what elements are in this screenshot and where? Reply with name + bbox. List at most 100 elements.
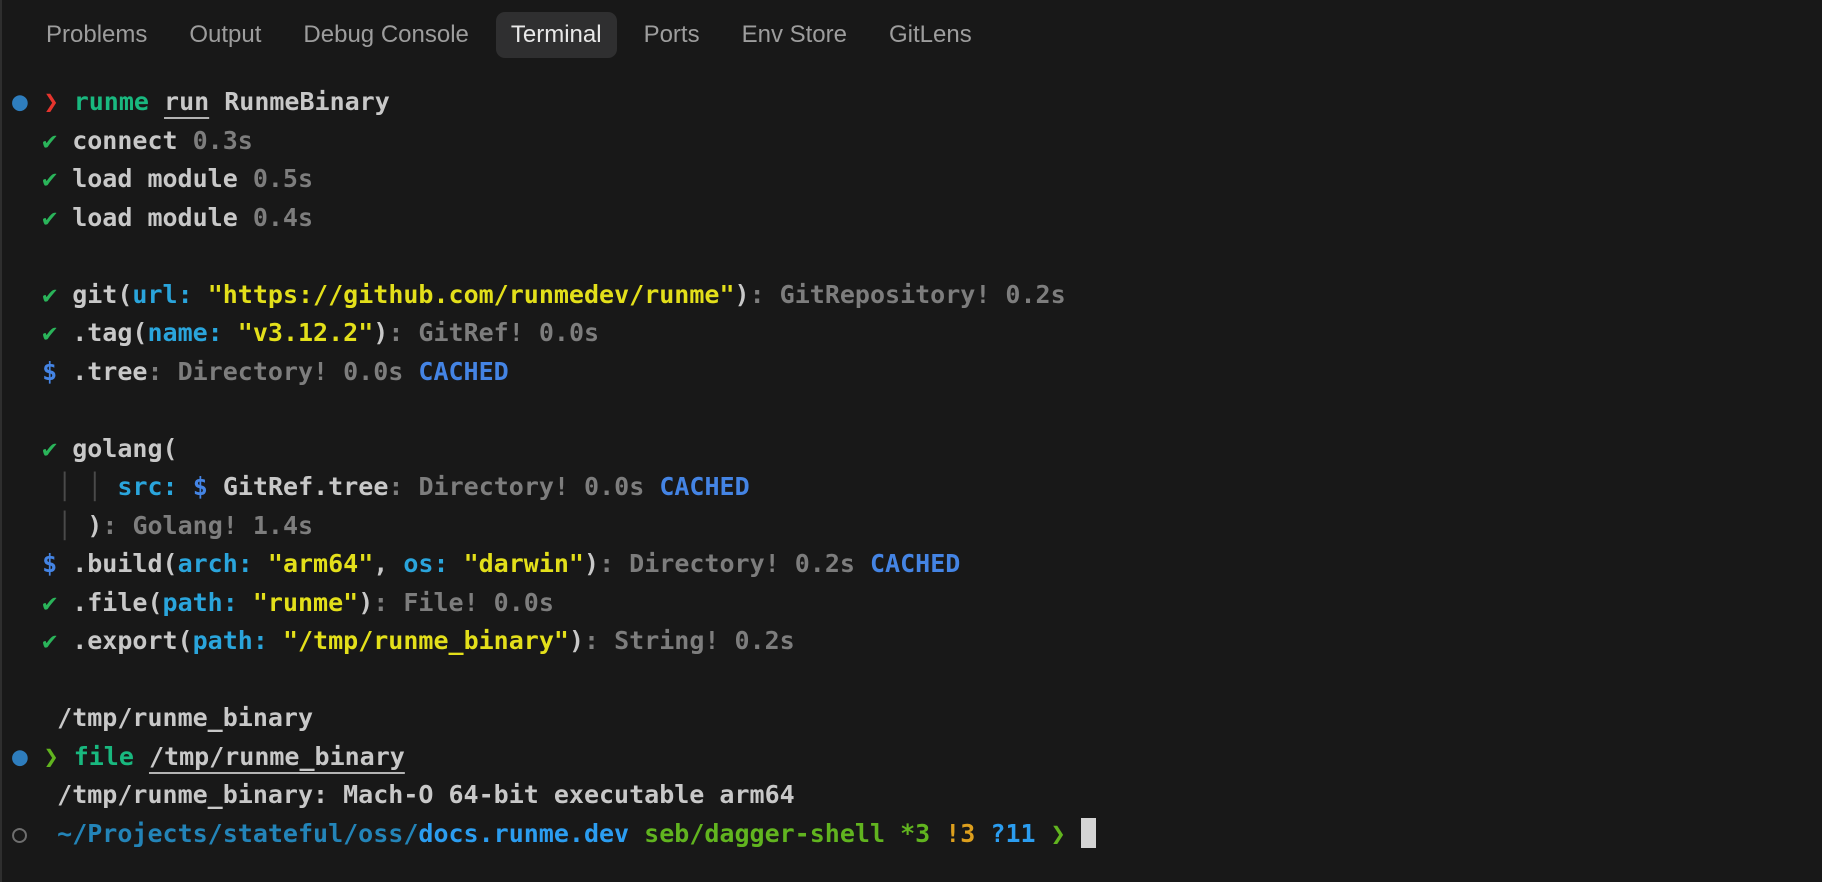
text-segment: ) [568,626,584,655]
git-modified-count: *3 [900,818,931,848]
text-segment [12,703,57,732]
text-segment [72,472,87,501]
check-icon: ✔ [42,202,58,232]
cwd-basename: docs.runme.dev [418,818,630,848]
text-segment [42,819,57,848]
text-segment [629,819,644,848]
result-type: : Directory! 0.0s [388,472,660,501]
duration: 0.4s [252,202,314,232]
terminal-cursor[interactable] [1080,817,1096,848]
text-segment [12,203,42,232]
result-type: : String! 0.2s [584,626,795,655]
text-segment [1036,819,1051,848]
string-value: "https://github.com/runmedev/runme" [207,279,735,309]
terminal-line: │ ): Golang! 1.4s [12,507,1822,546]
text-segment: ) [373,318,389,347]
check-icon: ✔ [42,318,58,347]
tree-guide-icon: │ [57,510,73,540]
text-segment: .tag( [72,318,148,347]
tab-env-store[interactable]: Env Store [727,12,862,58]
cwd-path: ~/Projects/stateful/oss/ [57,818,419,848]
git-untracked-count: ?11 [990,818,1036,848]
terminal-output[interactable]: ● ❯ runme run RunmeBinary ✔ connect 0.3s ✔ l… [2,70,1822,853]
text-segment: ) [734,279,750,309]
tab-label: Problems [46,21,148,48]
tab-gitlens[interactable]: GitLens [874,12,987,58]
terminal-line: ✔ load module 0.5s [12,160,1822,199]
text-segment [178,472,193,501]
text-segment: , [373,549,404,578]
result-type: : GitRepository! 0.2s [749,279,1066,309]
param-name: path: [192,626,268,655]
text-segment [12,511,57,540]
text-segment: git( [72,279,133,309]
tab-label: Ports [643,21,700,48]
file-path-link[interactable]: /tmp/runme_binary [149,742,405,771]
string-value: "arm64" [267,549,374,578]
prompt-chevron-icon: ❯ [43,741,59,771]
text-segment [1066,819,1081,848]
text-segment [253,549,268,578]
command-argument: RunmeBinary [209,87,390,116]
tab-debug-console[interactable]: Debug Console [288,12,483,58]
text-segment [12,626,42,655]
param-name: os: [403,549,449,578]
text-segment [12,434,42,463]
terminal-line: ✔ .tag(name: "v3.12.2"): GitRef! 0.0s [12,314,1822,353]
terminal-line: ✔ connect 0.3s [12,122,1822,161]
text-segment [72,511,87,540]
tree-guide-icon: │ [87,472,103,501]
text-segment [134,742,149,771]
terminal-line: ✔ .file(path: "runme"): File! 0.0s [12,584,1822,623]
output-path: /tmp/runme_binary [57,703,314,732]
run-status-dot-icon: ● [12,741,28,772]
text-segment: load module [72,164,253,193]
text-segment [12,280,42,309]
string-value: "v3.12.2" [237,318,374,347]
text-segment [975,819,990,848]
terminal-line: ✔ git(url: "https://github.com/runmedev/r… [12,276,1822,315]
check-icon: ✔ [42,279,58,309]
text-segment: golang( [72,433,178,463]
param-name: arch: [177,549,253,578]
git-unstaged-count: !3 [945,818,976,848]
result-type: : Golang! 1.4s [102,510,314,540]
tab-ports[interactable]: Ports [629,12,715,58]
terminal-line: ○ ~/Projects/stateful/oss/docs.runme.dev… [12,815,1822,854]
run-subcommand-link[interactable]: run [164,87,209,116]
terminal-line: │ │ src: $ GitRef.tree: Directory! 0.0s … [12,468,1822,507]
result-type: : Directory! 0.0s [147,356,419,386]
tab-problems[interactable]: Problems [31,12,162,58]
duration: 0.3s [192,125,253,155]
text-segment: ) [87,510,103,540]
terminal-panel: Problems Output Debug Console Terminal Ports… [0,0,1822,882]
terminal-line: /tmp/runme_binary: Mach-O 64-bit executa… [12,776,1822,815]
result-type: : File! 0.0s [373,587,554,617]
tab-output[interactable]: Output [174,12,276,58]
terminal-line: $ .tree: Directory! 0.0s CACHED [12,353,1822,392]
file-command-output: /tmp/runme_binary: Mach-O 64-bit executa… [57,780,795,809]
text-segment: .tree [72,356,148,386]
prompt-chevron-icon: ❯ [1050,818,1066,848]
cached-badge: CACHED [659,472,750,501]
text-segment: load module [72,202,253,232]
tab-label: GitLens [888,21,972,48]
tab-terminal[interactable]: Terminal [495,12,617,58]
command-name: runme [73,87,149,116]
panel-tab-bar: Problems Output Debug Console Terminal Ports… [2,0,1822,70]
command-name: file [73,741,134,771]
text-segment [12,318,42,347]
check-icon: ✔ [42,433,58,463]
git-branch: seb/dagger-shell [644,818,885,848]
text-segment: ) [358,587,374,617]
string-value: "/tmp/runme_binary" [282,626,569,655]
text-segment: ) [584,549,600,578]
text-segment [930,819,945,848]
terminal-line: $ .build(arch: "arm64", os: "darwin"): Di… [12,545,1822,584]
tab-label: Terminal [510,21,602,48]
check-icon: ✔ [42,626,58,655]
check-icon: ✔ [42,125,58,155]
